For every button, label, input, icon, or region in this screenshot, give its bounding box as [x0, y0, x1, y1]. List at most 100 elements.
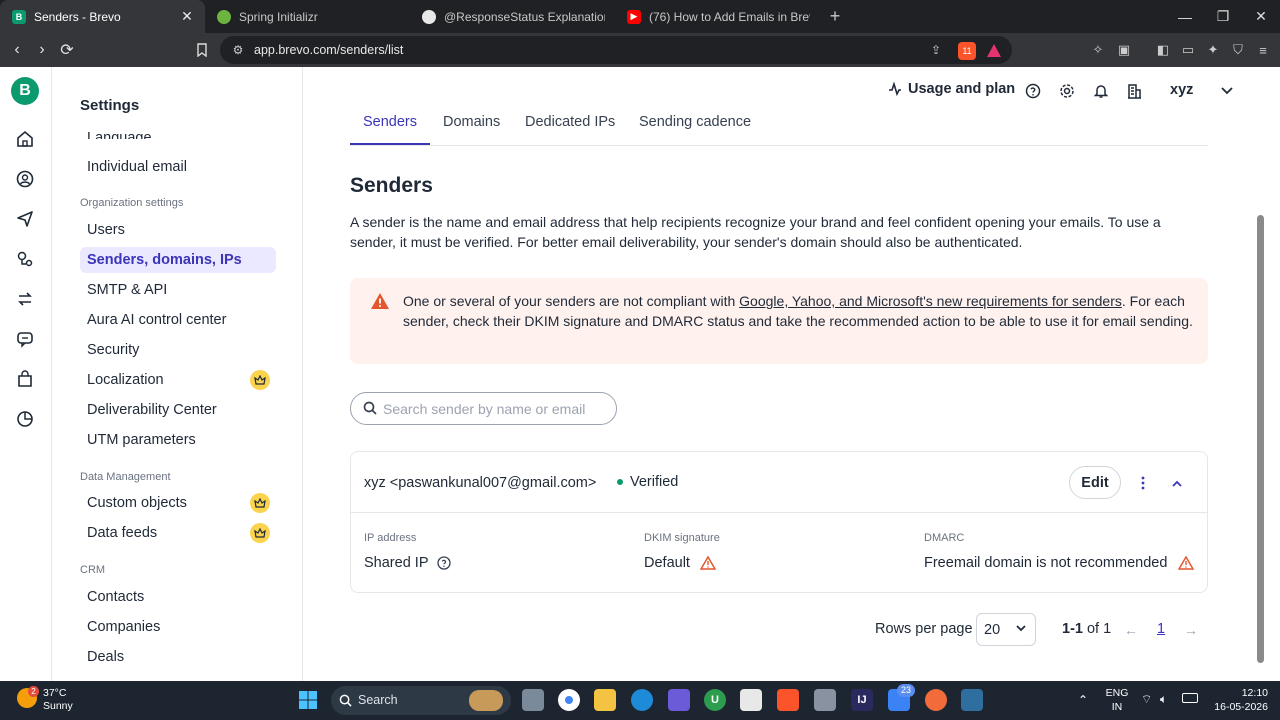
brave-rewards-icon[interactable] [986, 42, 1002, 58]
chevron-down-icon[interactable] [1218, 82, 1236, 100]
help-circle-icon[interactable] [436, 556, 451, 570]
rows-per-page-value: 20 [984, 622, 1001, 638]
share-icon[interactable]: ⇪ [928, 42, 944, 58]
wallet-icon[interactable]: ▭ [1180, 42, 1196, 58]
usage-and-plan-button[interactable]: Usage and plan [888, 81, 1015, 97]
copilot-icon[interactable] [668, 689, 690, 711]
browser-tab-strip: B Senders - Brevo ✕ Spring Initializr @R… [0, 0, 1280, 33]
tab-senders[interactable]: Senders [350, 114, 430, 145]
tab-domains[interactable]: Domains [443, 114, 500, 145]
clock-time[interactable]: 12:10 [1206, 687, 1268, 699]
chevron-up-icon[interactable]: ⌃ [1078, 693, 1088, 707]
close-tab-icon[interactable]: ✕ [179, 8, 195, 25]
language-indicator[interactable]: ENG [1104, 687, 1130, 699]
new-tab-button[interactable]: + [820, 6, 850, 27]
menu-icon[interactable]: ≡ [1255, 42, 1271, 58]
vpn-app-icon[interactable] [814, 689, 836, 711]
url-text[interactable]: app.brevo.com/senders/list [254, 43, 403, 57]
browser-tab-spring[interactable]: Spring Initializr [205, 0, 410, 33]
brevo-logo[interactable]: B [11, 77, 39, 105]
scrollbar-thumb[interactable] [1257, 215, 1264, 663]
sidebar-item-custom-objects[interactable]: Custom objects [80, 490, 276, 516]
extensions-icon[interactable]: ✧ [1090, 42, 1106, 58]
wifi-icon[interactable]: ⌔ [1141, 692, 1152, 707]
sidebar-item-contacts[interactable]: Contacts [80, 584, 276, 610]
analytics-icon[interactable] [15, 409, 35, 429]
sender-search[interactable] [350, 392, 617, 425]
edit-sender-button[interactable]: Edit [1069, 466, 1121, 499]
mysql-workbench-icon[interactable] [961, 689, 983, 711]
back-icon[interactable]: ‹ [4, 33, 30, 67]
address-bar[interactable]: ⚙ app.brevo.com/senders/list ⇪ 11 [220, 36, 1012, 64]
sidebar-item-utm-parameters[interactable]: UTM parameters [80, 427, 276, 453]
vpn-icon[interactable]: ⛉ [1230, 42, 1246, 58]
home-icon[interactable] [15, 129, 35, 149]
microsoft-store-icon[interactable] [740, 689, 762, 711]
sidebar-item-aura-ai[interactable]: Aura AI control center [80, 307, 276, 333]
tab-sending-cadence[interactable]: Sending cadence [639, 114, 751, 145]
battery-icon[interactable] [1182, 693, 1198, 703]
contacts-icon[interactable] [15, 169, 35, 189]
sidebar-item-language[interactable]: Language [80, 125, 276, 139]
campaigns-icon[interactable] [15, 209, 35, 229]
more-options-icon[interactable] [1135, 473, 1151, 493]
requirements-link[interactable]: Google, Yahoo, and Microsoft's new requi… [739, 293, 1122, 309]
close-window-icon[interactable]: ✕ [1242, 0, 1280, 33]
intellij-icon[interactable]: IJ [851, 689, 873, 711]
sidebar-item-senders-domains-ips[interactable]: Senders, domains, IPs [80, 247, 276, 273]
account-name[interactable]: xyz [1170, 82, 1193, 98]
sidebar-item-smtp-api[interactable]: SMTP & API [80, 277, 276, 303]
sidebar-item-users[interactable]: Users [80, 217, 276, 243]
sidebar-item-data-feeds[interactable]: Data feeds [80, 520, 276, 546]
search-input[interactable] [383, 399, 608, 419]
organization-building-icon[interactable] [1125, 82, 1143, 100]
sidebar-item-deliverability-center[interactable]: Deliverability Center [80, 397, 276, 423]
sidebar-item-individual-email[interactable]: Individual email [80, 154, 276, 180]
minimize-window-icon[interactable]: — [1166, 0, 1204, 33]
automations-icon[interactable] [15, 249, 35, 269]
sales-icon[interactable] [15, 369, 35, 389]
reload-icon[interactable]: ⟳ [54, 33, 80, 67]
windows-start-icon[interactable] [297, 689, 319, 711]
rows-per-page-select[interactable]: 20 [976, 613, 1036, 646]
chrome-icon[interactable] [558, 689, 580, 711]
weather-condition[interactable]: Sunny [43, 700, 73, 712]
page-number-link[interactable]: 1 [1157, 621, 1165, 637]
language-region[interactable]: IN [1104, 701, 1130, 713]
brave-icon[interactable] [777, 689, 799, 711]
page-scrollbar[interactable] [1254, 113, 1268, 681]
previous-page-arrow-icon[interactable]: ← [1123, 622, 1139, 638]
sidebar-item-deals[interactable]: Deals [80, 644, 276, 670]
sidebar-toggle-icon[interactable]: ◧ [1155, 42, 1171, 58]
restore-window-icon[interactable]: ❐ [1204, 0, 1242, 33]
taskbar-search[interactable]: Search [331, 686, 511, 715]
tab-dedicated-ips[interactable]: Dedicated IPs [525, 114, 615, 145]
task-view-icon[interactable] [522, 689, 544, 711]
bookmark-icon[interactable] [189, 33, 215, 67]
sidebar-item-localization[interactable]: Localization [80, 367, 276, 393]
browser-tab-youtube[interactable]: ▶ (76) How to Add Emails in Brevo [202 [615, 0, 820, 33]
transactional-icon[interactable] [15, 289, 35, 309]
site-info-icon[interactable]: ⚙ [230, 42, 246, 58]
volume-icon[interactable]: 🔈︎ [1160, 692, 1167, 707]
browser-tab-chatgpt[interactable]: @ResponseStatus Explanation [410, 0, 615, 33]
weather-temperature[interactable]: 37°C [43, 687, 66, 699]
forward-icon[interactable]: › [29, 33, 55, 67]
upwork-icon[interactable]: U [704, 689, 726, 711]
notifications-bell-icon[interactable] [1092, 82, 1110, 100]
leo-ai-icon[interactable]: ✦ [1205, 42, 1221, 58]
edge-icon[interactable] [631, 689, 653, 711]
collapse-chevron-up-icon[interactable] [1169, 473, 1185, 493]
conversations-icon[interactable] [15, 329, 35, 349]
sidebar-item-companies[interactable]: Companies [80, 614, 276, 640]
next-page-arrow-icon[interactable]: → [1183, 622, 1199, 638]
sidebar-item-security[interactable]: Security [80, 337, 276, 363]
screenshot-icon[interactable]: ▣ [1116, 42, 1132, 58]
file-explorer-icon[interactable] [594, 689, 616, 711]
clock-date[interactable]: 16-05-2026 [1206, 701, 1268, 713]
brave-shields-icon[interactable]: 11 [958, 42, 976, 60]
help-icon[interactable] [1024, 82, 1042, 100]
postman-icon[interactable] [925, 689, 947, 711]
settings-gear-icon[interactable] [1058, 82, 1076, 100]
browser-tab-brevo[interactable]: B Senders - Brevo ✕ [0, 0, 205, 33]
